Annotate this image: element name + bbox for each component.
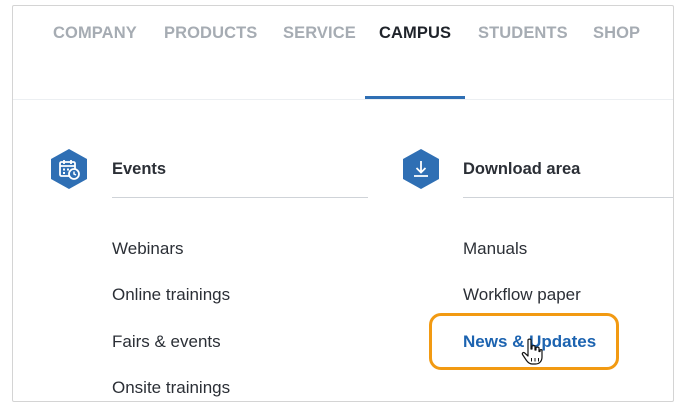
events-divider [112,197,368,198]
nav-item-shop[interactable]: SHOP [593,24,640,43]
nav-item-students[interactable]: STUDENTS [478,24,568,43]
nav-item-products[interactable]: PRODUCTS [164,24,257,43]
events-heading: Events [112,160,167,178]
active-tab-indicator [365,96,465,99]
calendar-clock-icon [51,149,87,189]
link-workflow-paper[interactable]: Workflow paper [463,285,581,305]
nav-item-company[interactable]: COMPANY [53,24,137,43]
download-area-heading: Download area [463,160,581,178]
link-onsite-trainings[interactable]: Onsite trainings [112,378,230,398]
top-navigation: COMPANY PRODUCTS SERVICE CAMPUS STUDENTS… [13,6,673,100]
hand-pointer-cursor-icon [521,338,543,365]
link-fairs-events[interactable]: Fairs & events [112,332,221,352]
nav-item-service[interactable]: SERVICE [283,24,356,43]
link-webinars[interactable]: Webinars [112,239,184,259]
link-online-trainings[interactable]: Online trainings [112,285,230,305]
download-area-divider [463,197,673,198]
download-icon [403,149,439,189]
nav-item-campus[interactable]: CAMPUS [379,24,451,43]
link-manuals[interactable]: Manuals [463,239,527,259]
